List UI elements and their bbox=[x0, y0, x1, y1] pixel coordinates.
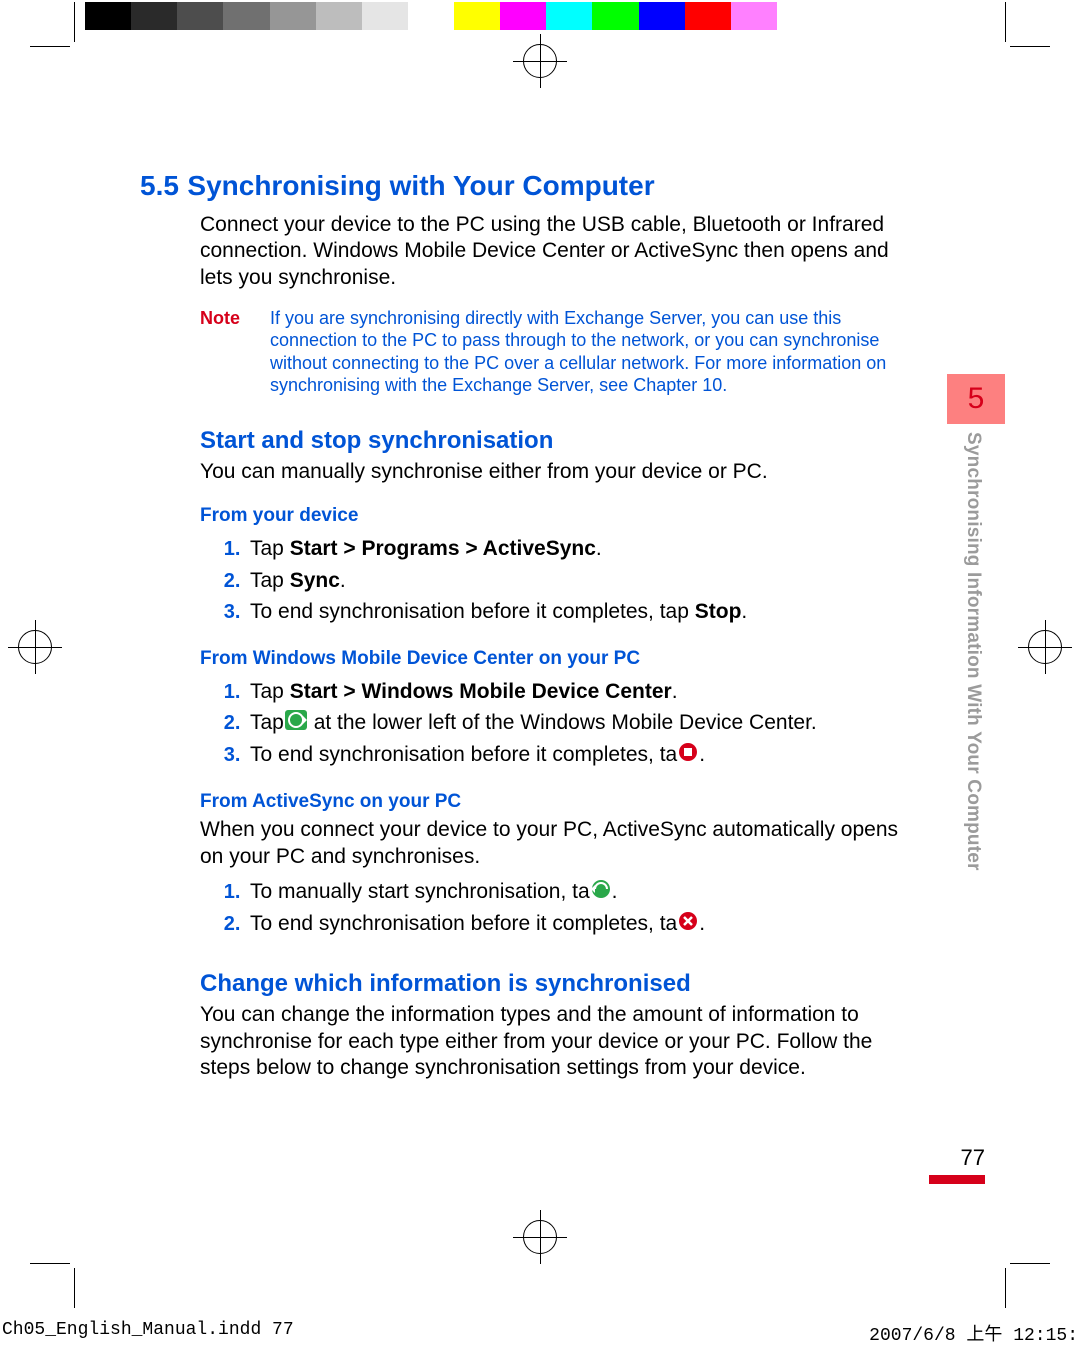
steps-from-wmdc: Tap Start > Windows Mobile Device Center… bbox=[200, 676, 906, 772]
stop-icon bbox=[678, 740, 698, 772]
registration-mark-icon bbox=[8, 620, 62, 674]
trim-mark-icon bbox=[74, 2, 75, 42]
subsubheading-from-wmdc: From Windows Mobile Device Center on you… bbox=[200, 648, 940, 670]
step: To manually start synchronisation, ta. bbox=[246, 876, 906, 908]
chapter-number-badge: 5 bbox=[947, 374, 1005, 424]
trim-mark-icon bbox=[1010, 1263, 1050, 1264]
trim-mark-icon bbox=[30, 46, 70, 47]
footer-filename: Ch05_English_Manual.indd 77 bbox=[0, 1320, 294, 1346]
page-number-bar bbox=[929, 1175, 985, 1184]
page-content: 5.5 Synchronising with Your Computer Con… bbox=[140, 170, 940, 1081]
change-info-body: You can change the information types and… bbox=[200, 1002, 900, 1081]
registration-mark-icon bbox=[513, 34, 567, 88]
imprint-footer: Ch05_English_Manual.indd 77 2007/6/8 上午 … bbox=[0, 1320, 1080, 1346]
step: Tap at the lower left of the Windows Mob… bbox=[246, 707, 906, 739]
trim-mark-icon bbox=[74, 1268, 75, 1308]
trim-mark-icon bbox=[1010, 46, 1050, 47]
trim-mark-icon bbox=[30, 1263, 70, 1264]
page-number: 77 bbox=[929, 1145, 985, 1171]
section-intro: Connect your device to the PC using the … bbox=[200, 212, 900, 291]
step: To end synchronisation before it complet… bbox=[246, 596, 906, 628]
page-number-area: 77 bbox=[929, 1145, 985, 1184]
subsubheading-from-activesync: From ActiveSync on your PC bbox=[200, 791, 940, 813]
step: Tap Start > Programs > ActiveSync. bbox=[246, 533, 906, 565]
stop-icon bbox=[678, 909, 698, 941]
registration-mark-icon bbox=[1018, 620, 1072, 674]
trim-mark-icon bbox=[1005, 2, 1006, 42]
from-activesync-intro: When you connect your device to your PC,… bbox=[200, 817, 900, 870]
subheading-start-stop: Start and stop synchronisation bbox=[200, 427, 940, 455]
note-block: Note If you are synchronising directly w… bbox=[200, 307, 900, 397]
steps-from-activesync: To manually start synchronisation, ta. T… bbox=[200, 876, 906, 940]
step: To end synchronisation before it complet… bbox=[246, 739, 906, 771]
section-heading: 5.5 Synchronising with Your Computer bbox=[140, 170, 940, 202]
step: Tap Sync. bbox=[246, 565, 906, 597]
subheading-change-info: Change which information is synchronised bbox=[200, 970, 940, 998]
footer-datetime: 2007/6/8 上午 12:15: bbox=[869, 1320, 1080, 1346]
section-number: 5.5 bbox=[140, 170, 179, 201]
sync-icon bbox=[285, 708, 307, 740]
steps-from-device: Tap Start > Programs > ActiveSync. Tap S… bbox=[200, 533, 906, 628]
registration-mark-icon bbox=[513, 1210, 567, 1264]
section-title: Synchronising with Your Computer bbox=[187, 170, 654, 201]
step: To end synchronisation before it complet… bbox=[246, 908, 906, 940]
chapter-tab-title: Synchronising Information With Your Comp… bbox=[962, 432, 984, 962]
sync-icon bbox=[591, 877, 611, 909]
chapter-tab: 5 Synchronising Information With Your Co… bbox=[947, 374, 1005, 962]
printer-color-bar bbox=[85, 2, 823, 30]
step: Tap Start > Windows Mobile Device Center… bbox=[246, 676, 906, 708]
subsubheading-from-device: From your device bbox=[200, 505, 940, 527]
trim-mark-icon bbox=[1005, 1268, 1006, 1308]
start-stop-intro: You can manually synchronise either from… bbox=[200, 459, 900, 485]
note-label: Note bbox=[200, 307, 270, 397]
note-body: If you are synchronising directly with E… bbox=[270, 307, 900, 397]
